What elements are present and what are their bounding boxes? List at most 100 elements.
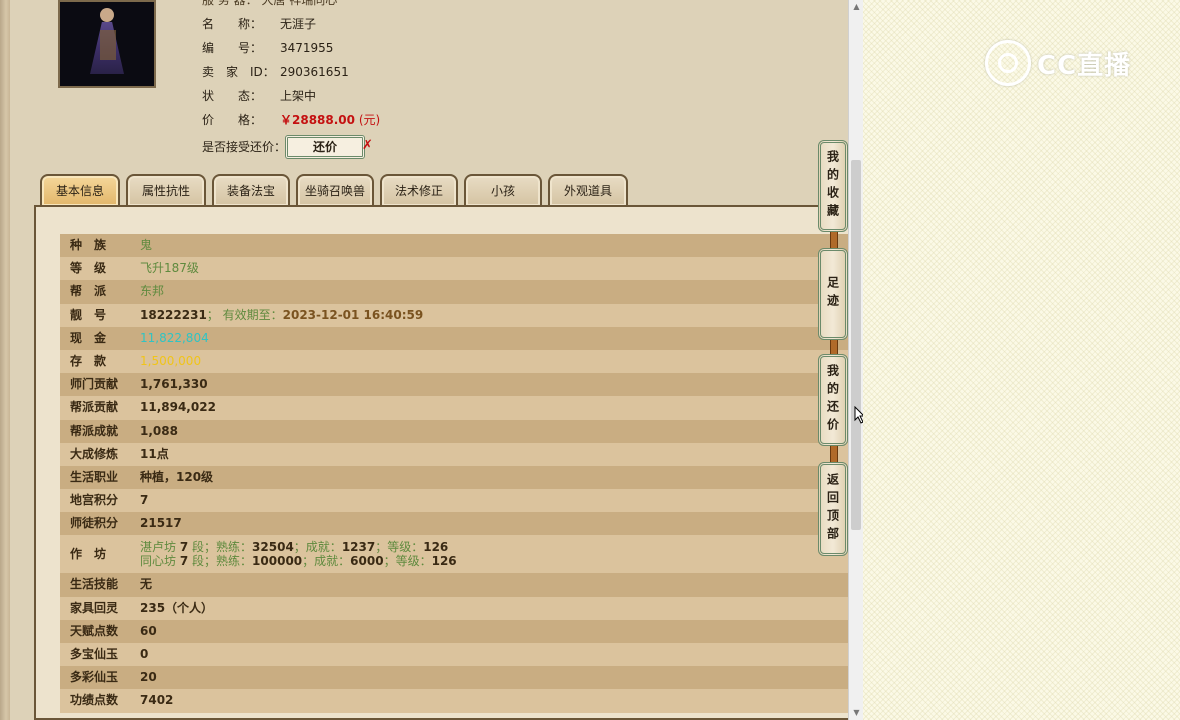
workshop-achievement: 6000: [350, 554, 384, 569]
row-value: 18222231； 有效期至：2023-12-01 16:40:59: [140, 304, 848, 327]
row-label: 多彩仙玉: [70, 670, 119, 685]
back-to-top-button[interactable]: 返回顶部: [818, 462, 848, 556]
row-label: 现 金: [70, 330, 107, 345]
scroll-up-icon[interactable]: ▲: [849, 0, 864, 14]
workshop-value: 湛卢坊 7 段；熟练：32504；成就：1237；等级：126 同心坊 7 段；…: [140, 535, 848, 573]
tab-spell-correction[interactable]: 法术修正: [380, 174, 458, 206]
table-row: 地宫积分 7: [60, 489, 848, 513]
tab-mounts-pets[interactable]: 坐骑召唤兽: [296, 174, 374, 206]
tab-appearance-items[interactable]: 外观道具: [548, 174, 628, 206]
row-label: 生活技能: [70, 577, 119, 592]
workshop-text: ；等级：: [375, 540, 424, 555]
id-value: 3471955: [280, 41, 334, 55]
cash-value: 11,822,804: [140, 330, 209, 345]
table-row: 多彩仙玉 20: [60, 666, 848, 690]
row-label: 作 坊: [70, 547, 107, 562]
cc-logo-icon: [985, 40, 1031, 86]
table-row: 生活职业 种植，120级: [60, 465, 848, 490]
price-label: 价 格：: [202, 113, 263, 127]
row-value: 60: [140, 623, 157, 638]
watermark-text: CC直播: [1037, 50, 1132, 81]
status-value: 上架中: [280, 89, 317, 103]
row-label: 靓 号: [70, 307, 107, 322]
id-label: 编 号：: [202, 41, 263, 55]
table-row: 天赋点数 60: [60, 619, 848, 643]
row-value: 7402: [140, 693, 174, 708]
row-value: 1,761,330: [140, 377, 208, 392]
close-icon[interactable]: ✗: [362, 138, 373, 153]
row-label: 多宝仙玉: [70, 647, 119, 661]
table-row: 生活技能 无: [60, 573, 848, 597]
table-row: 师徒积分 21517: [60, 512, 848, 536]
table-row: 靓 号 18222231； 有效期至：2023-12-01 16:40:59: [60, 303, 848, 327]
counter-offer-button[interactable]: 还价: [285, 135, 365, 159]
workshop-skill: 100000: [252, 554, 303, 569]
workshop-grade: 126: [431, 554, 457, 569]
table-row: 师门贡献 1,761,330: [60, 373, 848, 397]
deposit-value: 1,500,000: [140, 353, 202, 368]
avatar-sash: [100, 30, 116, 60]
tab-children[interactable]: 小孩: [464, 174, 542, 206]
table-row: 等 级 飞升187级: [60, 257, 848, 281]
table-row: 帮派贡献 11,894,022: [60, 396, 848, 420]
row-label: 存 款: [70, 353, 107, 368]
character-avatar: [58, 0, 156, 88]
row-label: 功绩点数: [70, 693, 119, 708]
row-value: 鬼: [140, 238, 153, 252]
footprint-button[interactable]: 足迹: [818, 248, 848, 340]
table-row: 多宝仙玉 0: [60, 643, 848, 667]
id-row: 编 号： 3471955: [202, 38, 333, 58]
table-row: 帮 派 东邦: [60, 280, 848, 304]
name-value: 无涯子: [280, 17, 317, 31]
tab-basic-info[interactable]: 基本信息: [40, 174, 120, 206]
row-value: 11点: [140, 446, 169, 461]
status-row: 状 态： 上架中: [202, 86, 316, 106]
row-label: 帮 派: [70, 284, 107, 299]
table-row: 帮派成就 1,088: [60, 419, 848, 443]
row-label: 种 族: [70, 238, 107, 252]
row-label: 帮派成就: [70, 423, 119, 438]
seller-value: 290361651: [280, 65, 349, 79]
price-value: ￥28888.00: [280, 113, 356, 127]
row-label: 大成修炼: [70, 446, 119, 461]
row-value: 1,088: [140, 423, 178, 438]
seller-row: 卖 家 ID： 290361651: [202, 62, 349, 82]
row-label: 帮派贡献: [70, 400, 119, 415]
vertical-scrollbar[interactable]: ▲ ▼: [848, 0, 864, 720]
workshop-text: 段；熟练：: [192, 540, 253, 555]
table-row: 大成修炼 11点: [60, 442, 848, 466]
seller-label: 卖 家 ID：: [202, 65, 275, 79]
workshop-skill: 32504: [252, 540, 294, 555]
row-value: 0: [140, 647, 149, 661]
table-row: 作 坊 湛卢坊 7 段；熟练：32504；成就：1237；等级：126 同心坊 …: [60, 535, 848, 574]
name-row: 名 称： 无涯子: [202, 14, 316, 34]
tab-attributes[interactable]: 属性抗性: [126, 174, 206, 206]
workshop-grade: 126: [423, 540, 449, 555]
row-value: 无: [140, 577, 153, 592]
price-unit: (元): [358, 113, 381, 127]
workshop-text: ；成就：: [302, 554, 351, 569]
workshop-name: 同心坊: [140, 554, 177, 569]
pretty-number: 18222231: [140, 307, 207, 322]
tab-equipment[interactable]: 装备法宝: [212, 174, 290, 206]
row-label: 地宫积分: [70, 493, 119, 508]
workshop-achievement: 1237: [341, 540, 376, 555]
row-value: 235（个人）: [140, 600, 214, 615]
workshop-text: ；等级：: [383, 554, 432, 569]
table-row: 种 族鬼: [60, 234, 848, 258]
row-value: 东邦: [140, 284, 165, 299]
row-label: 天赋点数: [70, 623, 119, 638]
row-label: 生活职业: [70, 469, 119, 484]
scroll-down-icon[interactable]: ▼: [849, 706, 864, 720]
video-background: [863, 0, 1180, 720]
expiry-label: ； 有效期至：: [206, 307, 283, 322]
price-row: 价 格： ￥28888.00 (元): [202, 110, 380, 130]
my-favorites-button[interactable]: 我的收藏: [818, 140, 848, 232]
status-label: 状 态：: [202, 89, 263, 103]
name-label: 名 称：: [202, 17, 263, 31]
my-counter-offers-button[interactable]: 我的还价: [818, 354, 848, 446]
avatar-head: [100, 8, 114, 22]
scroll-thumb[interactable]: [851, 160, 861, 530]
row-value: 飞升187级: [140, 261, 199, 276]
watermark: CC直播: [985, 40, 1131, 86]
